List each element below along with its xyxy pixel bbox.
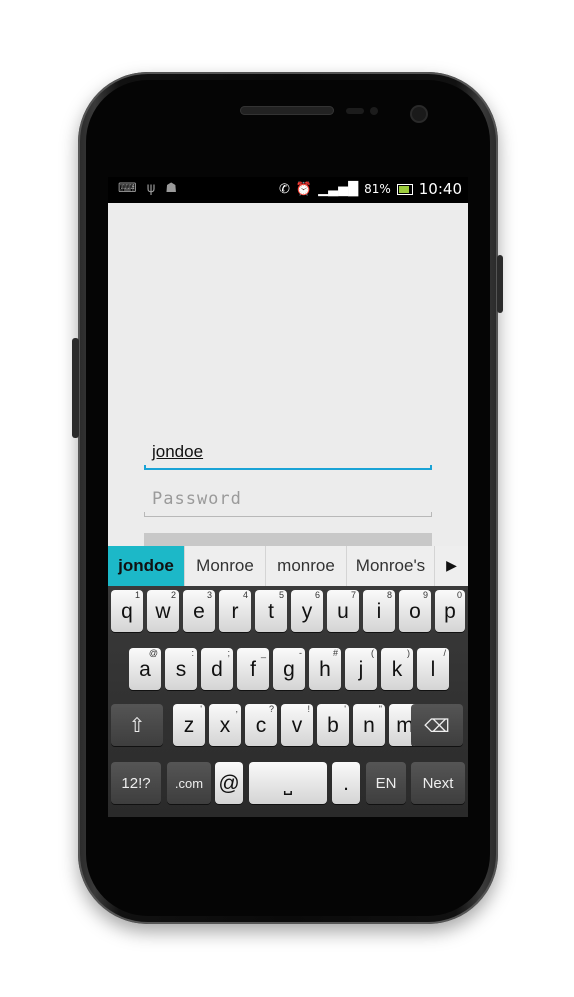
password-input[interactable]: Password (144, 487, 432, 517)
light-sensor (370, 107, 378, 115)
usb-icon: ψ (146, 181, 156, 196)
next-key[interactable]: Next (411, 762, 465, 804)
key-c[interactable]: ? c (245, 704, 277, 746)
suggestion-item[interactable]: jondoe (108, 546, 185, 586)
key-y[interactable]: 6y (291, 590, 323, 632)
password-placeholder: Password (152, 489, 242, 509)
screen: ⌨ ψ ☗ ✆ ⏰ ▁▃▅█ 81% 10:40 jondoe Password… (108, 177, 468, 817)
front-camera-icon (412, 107, 426, 121)
key-v[interactable]: ! v (281, 704, 313, 746)
battery-percent: 81% (364, 182, 391, 196)
key-d[interactable]: ; d (201, 648, 233, 690)
key-x[interactable]: ,x (209, 704, 241, 746)
key-r[interactable]: 4r (219, 590, 251, 632)
key-l[interactable]: / l (417, 648, 449, 690)
period-key[interactable]: . (332, 762, 360, 804)
space-icon: ⎵ (283, 772, 293, 795)
status-bar: ⌨ ψ ☗ ✆ ⏰ ▁▃▅█ 81% 10:40 (108, 177, 468, 203)
space-key[interactable]: ⎵ (249, 762, 327, 804)
username-underline (144, 465, 432, 470)
call-icon: ✆ (279, 181, 290, 197)
language-key[interactable]: EN (366, 762, 406, 804)
soft-keyboard: 1q 2w 3e 4r 5t 6y 7u 8i 9o 0p @ a :s ; d _… (108, 586, 468, 817)
key-k[interactable]: ) k (381, 648, 413, 690)
signal-icon: ▁▃▅█ (318, 181, 359, 197)
sign-in-button[interactable] (144, 533, 432, 547)
username-input[interactable]: jondoe (144, 440, 432, 470)
username-value: jondoe (152, 442, 204, 461)
key-u[interactable]: 7u (327, 590, 359, 632)
key-q[interactable]: 1q (111, 590, 143, 632)
suggestion-item[interactable]: Monroe's (347, 546, 435, 586)
key-z[interactable]: ' z (173, 704, 205, 746)
power-button[interactable] (497, 255, 503, 313)
battery-icon (396, 183, 413, 195)
dotcom-key[interactable]: .com (167, 762, 211, 804)
login-form: jondoe Password (108, 203, 468, 547)
shift-icon: ⇧ (128, 715, 146, 737)
key-i[interactable]: 8i (363, 590, 395, 632)
android-debug-icon: ☗ (165, 181, 177, 196)
key-j[interactable]: (j (345, 648, 377, 690)
key-t[interactable]: 5t (255, 590, 287, 632)
key-o[interactable]: 9o (399, 590, 431, 632)
clock: 10:40 (418, 180, 462, 198)
suggestion-item[interactable]: Monroe (185, 546, 266, 586)
key-s[interactable]: :s (165, 648, 197, 690)
alarm-icon: ⏰ (295, 181, 313, 197)
backspace-icon: ⌫ (424, 716, 450, 736)
key-n[interactable]: " n (353, 704, 385, 746)
delete-key[interactable]: ⌫ (411, 704, 463, 746)
key-w[interactable]: 2w (147, 590, 179, 632)
volume-button[interactable] (72, 338, 79, 438)
symbols-key[interactable]: 12!? (111, 762, 161, 804)
key-e[interactable]: 3e (183, 590, 215, 632)
at-key[interactable]: @ (215, 762, 243, 804)
password-underline (144, 512, 432, 517)
key-h[interactable]: # h (309, 648, 341, 690)
keyboard-icon: ⌨ (118, 181, 137, 196)
earpiece-speaker (240, 106, 334, 115)
suggestion-item[interactable]: monroe (266, 546, 347, 586)
suggestion-strip: jondoe Monroe monroe Monroe's ▶ (108, 546, 468, 587)
shift-key[interactable]: ⇧ (111, 704, 163, 746)
key-b[interactable]: ' b (317, 704, 349, 746)
key-p[interactable]: 0p (435, 590, 465, 632)
key-a[interactable]: @ a (129, 648, 161, 690)
key-f[interactable]: _ f (237, 648, 269, 690)
key-g[interactable]: -g (273, 648, 305, 690)
proximity-sensor (346, 108, 364, 114)
more-suggestions-icon[interactable]: ▶ (435, 546, 468, 586)
